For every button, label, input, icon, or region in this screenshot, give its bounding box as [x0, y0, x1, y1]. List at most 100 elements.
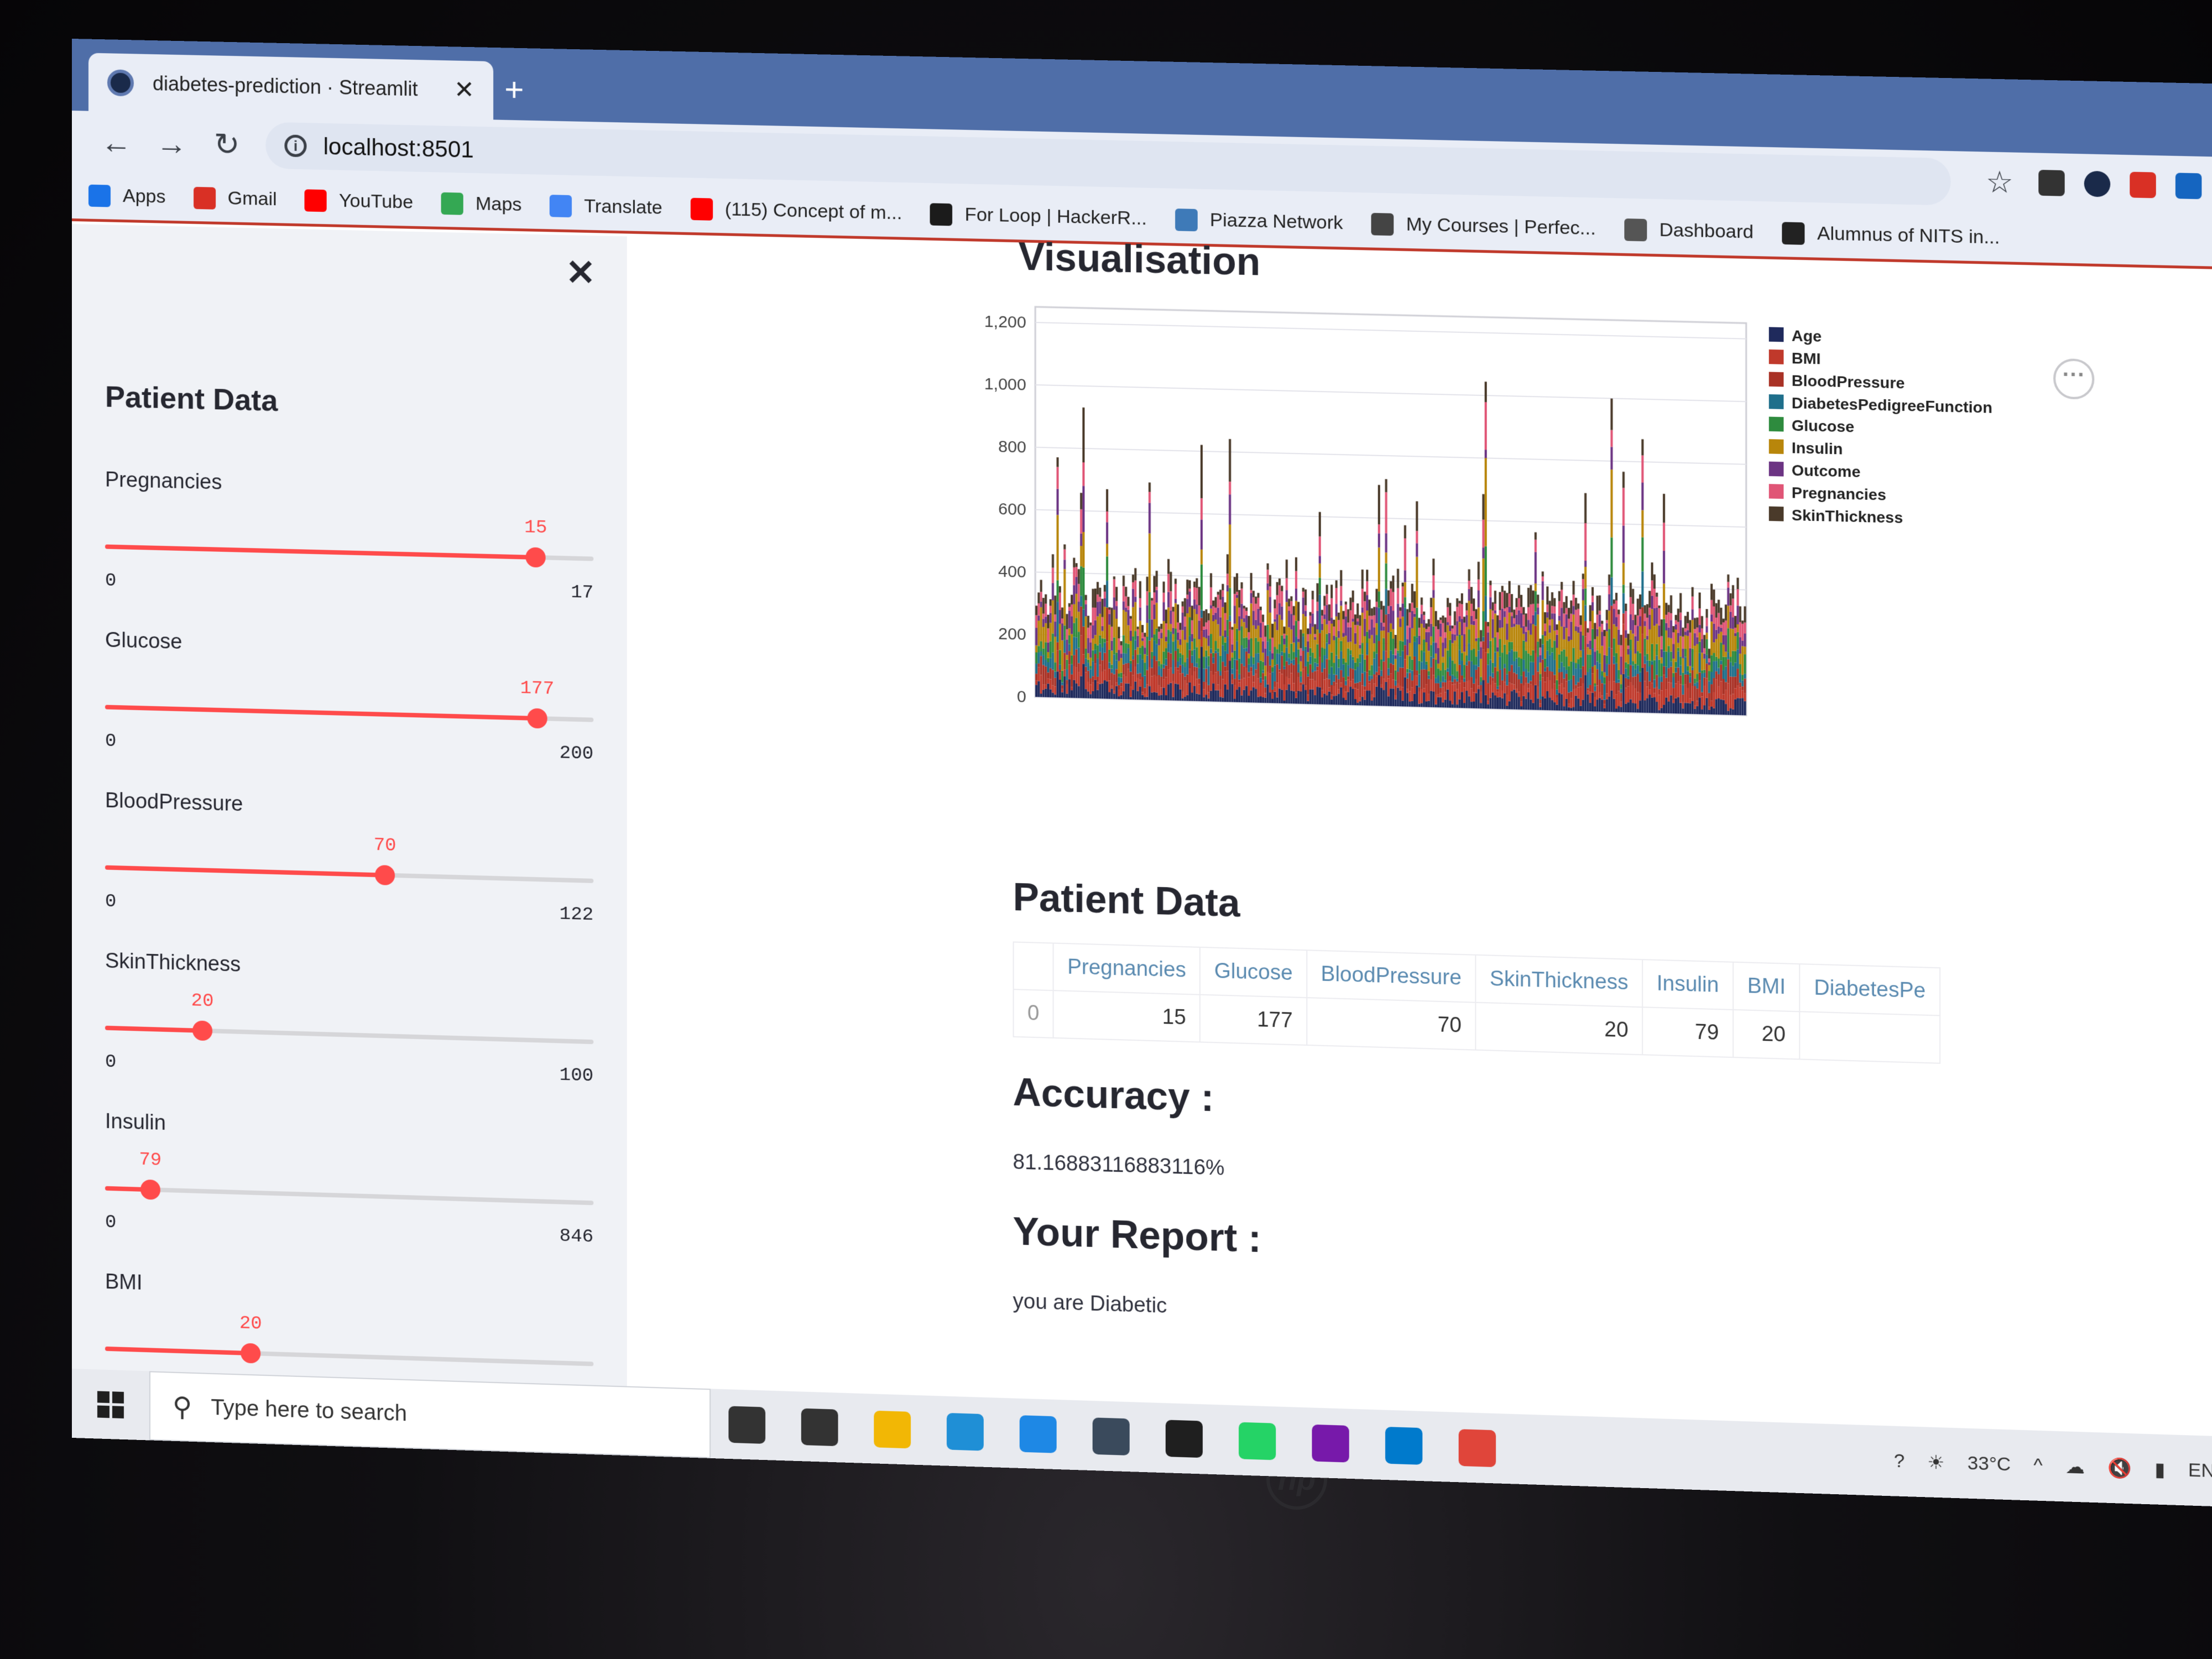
bookmark-item[interactable]: For Loop | HackerR...	[930, 202, 1147, 230]
bar-segment	[1615, 600, 1618, 617]
table-header[interactable]: BloodPressure	[1307, 950, 1476, 1003]
table-header[interactable]: BMI	[1733, 962, 1800, 1012]
bar-segment	[1608, 585, 1611, 594]
bookmark-item[interactable]: (115) Concept of m...	[690, 197, 902, 225]
bar-segment	[1653, 697, 1656, 713]
bar-segment	[1071, 674, 1073, 687]
slider-skinthickness[interactable]: SkinThickness 20 0 100	[105, 950, 594, 1119]
slider-thumb[interactable]	[527, 708, 547, 729]
bookmark-item[interactable]: My Courses | Perfec...	[1371, 212, 1596, 239]
weather-icon[interactable]: ☀	[1927, 1451, 1944, 1474]
browser-tab[interactable]: diabetes-prediction · Streamlit ✕	[88, 53, 494, 120]
task-view-icon[interactable]	[783, 1391, 855, 1463]
extension-icon[interactable]	[2038, 170, 2065, 196]
extension-icon[interactable]	[2175, 173, 2202, 200]
bar-segment	[1257, 641, 1260, 654]
whatsapp-icon[interactable]	[1220, 1405, 1293, 1477]
bar-segment	[1311, 613, 1314, 627]
table-header[interactable]: Insulin	[1642, 959, 1733, 1010]
bar-segment	[1416, 531, 1418, 544]
chevron-up-icon[interactable]: ^	[2033, 1454, 2042, 1477]
bookmark-item[interactable]: Apps	[88, 184, 166, 208]
bookmark-item[interactable]: Piazza Network	[1175, 208, 1343, 234]
bar-segment	[1087, 662, 1089, 671]
cortana-icon[interactable]	[711, 1389, 783, 1460]
bookmark-item[interactable]: Dashboard	[1624, 218, 1754, 244]
battery-icon[interactable]: ▮	[2154, 1458, 2165, 1481]
slider-track[interactable]	[105, 1179, 594, 1206]
table-header[interactable]: DiabetesPe	[1799, 964, 1940, 1016]
slider-track[interactable]	[105, 705, 594, 729]
vscode-icon[interactable]	[1367, 1410, 1441, 1482]
slider-thumb[interactable]	[375, 865, 395, 886]
bar-segment	[1458, 603, 1461, 617]
slider-thumb[interactable]	[241, 1343, 261, 1364]
new-tab-button[interactable]: +	[504, 70, 524, 109]
extension-icon[interactable]	[2130, 171, 2156, 199]
mail-icon[interactable]	[1074, 1400, 1147, 1472]
close-sidebar-icon[interactable]: ✕	[566, 252, 596, 294]
slider-bloodpressure[interactable]: BloodPressure 70 0 122	[105, 789, 594, 958]
chrome-icon[interactable]	[1441, 1412, 1514, 1484]
chart-menu-icon[interactable]: ···	[2053, 358, 2095, 400]
volume-icon[interactable]: 🔇	[2107, 1457, 2132, 1480]
bookmark-star-icon[interactable]: ☆	[1986, 164, 2013, 200]
bookmark-item[interactable]: Alumnus of NITS in...	[1782, 221, 2000, 249]
bar-segment	[1541, 644, 1544, 660]
slider-track[interactable]	[105, 865, 594, 886]
bar-segment	[1670, 595, 1672, 613]
legend-swatch	[1768, 327, 1784, 342]
bar-segment	[1148, 619, 1151, 641]
onenote-icon[interactable]	[1294, 1407, 1368, 1479]
bar-segment	[1115, 686, 1118, 700]
bar-segment	[1235, 670, 1238, 690]
bar-segment	[1532, 675, 1535, 686]
slider-glucose[interactable]: Glucose 177 0 200	[105, 629, 594, 797]
slider-track[interactable]	[105, 1020, 594, 1045]
site-info-icon[interactable]: i	[284, 134, 307, 158]
network-icon[interactable]: ☁	[2065, 1455, 2085, 1479]
slider-insulin[interactable]: Insulin 79 0 846	[105, 1110, 594, 1280]
file-explorer-icon[interactable]	[856, 1394, 929, 1465]
bookmark-item[interactable]: Maps	[441, 192, 521, 216]
bar-segment	[1508, 651, 1511, 671]
reload-icon[interactable]: ↻	[199, 126, 254, 163]
slider-track[interactable]	[105, 1343, 594, 1366]
edge-icon[interactable]	[928, 1396, 1001, 1468]
slider-thumb[interactable]	[140, 1179, 160, 1200]
table-header[interactable]	[1013, 942, 1053, 991]
bar-segment	[1651, 665, 1653, 684]
windows-start-icon[interactable]	[72, 1369, 149, 1440]
bar-segment	[1739, 664, 1741, 674]
bar-segment	[1444, 699, 1447, 708]
slider-thumb[interactable]	[192, 1020, 213, 1041]
store-icon[interactable]	[1001, 1398, 1074, 1470]
bar-segment	[1430, 667, 1433, 680]
table-header[interactable]: Pregnancies	[1053, 943, 1201, 995]
slider-track[interactable]	[105, 544, 594, 568]
bar-segment	[1287, 606, 1291, 611]
bar-segment	[1248, 639, 1250, 654]
bar-segment	[1525, 613, 1527, 627]
dropbox-icon[interactable]	[1147, 1402, 1220, 1474]
sidebar-title: Patient Data	[105, 380, 278, 418]
extension-icon[interactable]	[2084, 170, 2111, 197]
bar-segment	[1418, 644, 1421, 661]
table-header[interactable]: SkinThickness	[1475, 954, 1643, 1008]
forward-arrow-icon[interactable]: →	[144, 124, 199, 161]
temperature-text[interactable]: 33°C	[1968, 1452, 2011, 1475]
bar-segment	[1613, 624, 1615, 639]
table-header[interactable]: Glucose	[1200, 947, 1307, 998]
slider-pregnancies[interactable]: Pregnancies 15 0 17	[105, 468, 594, 635]
bookmark-item[interactable]: Gmail	[193, 186, 277, 210]
back-arrow-icon[interactable]: ←	[88, 123, 144, 160]
bookmark-item[interactable]: YouTube	[304, 189, 413, 213]
slider-thumb[interactable]	[525, 547, 546, 568]
bar-segment	[1233, 685, 1236, 699]
bar-segment	[1491, 602, 1494, 611]
bookmark-item[interactable]: Translate	[549, 194, 662, 220]
close-tab-icon[interactable]: ✕	[454, 76, 474, 105]
help-icon[interactable]: ?	[1894, 1450, 1905, 1472]
language-indicator[interactable]: ENG	[2188, 1459, 2212, 1483]
stacked-bar-chart[interactable]: 02004006008001,0001,200AgeBMIBloodPressu…	[974, 283, 2077, 802]
